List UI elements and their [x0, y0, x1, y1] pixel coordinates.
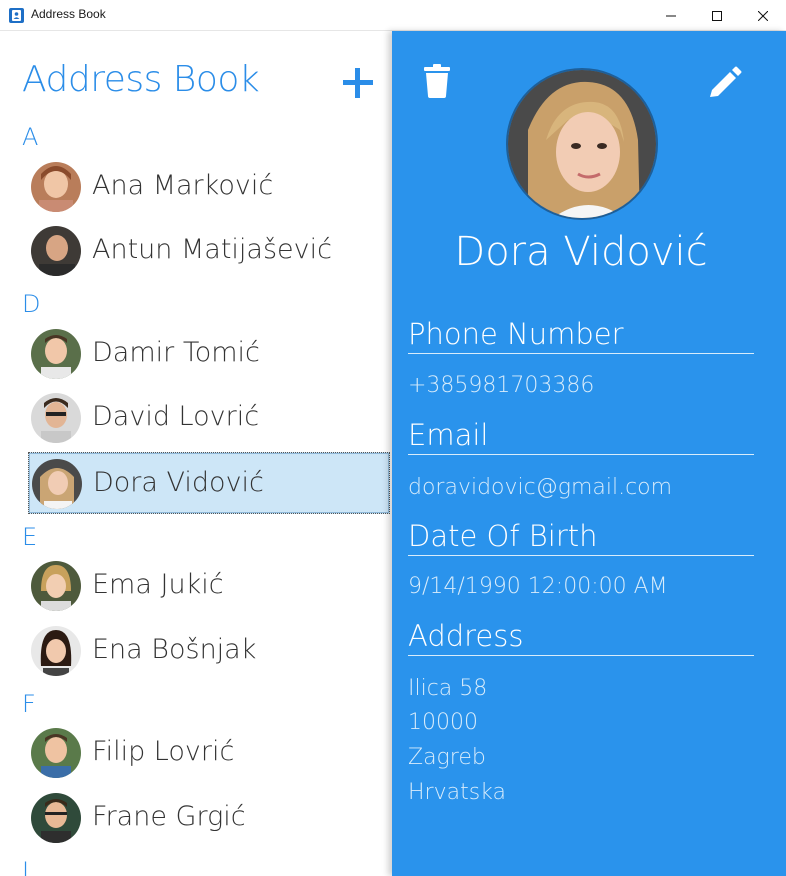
group-header-i: I	[22, 857, 30, 876]
window-title: Address Book	[31, 7, 106, 21]
group-header-a: A	[22, 123, 39, 151]
minimize-icon	[666, 15, 676, 16]
contact-item[interactable]: Antun Matijašević	[28, 220, 390, 282]
phone-value: +385981703386	[408, 373, 595, 398]
delete-contact-button[interactable]	[424, 64, 450, 98]
group-header-e: E	[22, 523, 38, 551]
contact-name: Damir Tomić	[92, 337, 260, 368]
email-value: doravidovic@gmail.com	[408, 475, 673, 500]
plus-icon	[343, 68, 373, 98]
contact-full-name: Dora Vidović	[454, 229, 708, 275]
avatar	[31, 626, 81, 676]
contact-item-selected[interactable]: Dora Vidović	[28, 452, 390, 514]
contact-detail-pane: Dora Vidović Phone Number +385981703386 …	[392, 31, 786, 876]
contact-item[interactable]: Ana Marković	[28, 156, 390, 218]
contact-photo	[506, 68, 658, 220]
avatar	[31, 561, 81, 611]
contact-item[interactable]: Damir Tomić	[28, 323, 390, 385]
avatar	[31, 329, 81, 379]
contact-name: Dora Vidović	[93, 467, 264, 498]
maximize-icon	[712, 10, 722, 21]
contact-item[interactable]: Ena Bošnjak	[28, 620, 390, 682]
avatar	[31, 393, 81, 443]
avatar	[31, 793, 81, 843]
address-line: Ilica 58	[408, 676, 488, 701]
address-label: Address	[408, 619, 754, 656]
trash-icon	[424, 64, 450, 98]
dob-value: 9/14/1990 12:00:00 AM	[408, 574, 668, 599]
avatar	[31, 226, 81, 276]
address-line: 10000	[408, 710, 478, 735]
minimize-button[interactable]	[648, 0, 694, 31]
group-header-d: D	[22, 290, 41, 318]
window-title-bar: Address Book	[0, 0, 786, 31]
pencil-icon	[710, 66, 742, 97]
dob-label: Date Of Birth	[408, 519, 754, 556]
group-header-f: F	[22, 690, 36, 718]
contact-name: Frane Grgić	[92, 801, 246, 832]
contact-list-pane: Address Book A Ana Marković Antun Matija…	[0, 31, 392, 876]
avatar	[32, 459, 82, 509]
contact-item[interactable]: Frane Grgić	[28, 787, 390, 849]
avatar	[31, 728, 81, 778]
add-contact-button[interactable]	[340, 65, 376, 101]
contact-item[interactable]: David Lovrić	[28, 387, 390, 449]
contact-name: Antun Matijašević	[92, 234, 332, 265]
contact-name: Ema Jukić	[92, 569, 224, 600]
contact-name: Ana Marković	[92, 170, 274, 201]
phone-label: Phone Number	[408, 317, 754, 354]
contact-name: Ena Bošnjak	[92, 634, 257, 665]
email-label: Email	[408, 418, 754, 455]
page-title: Address Book	[22, 59, 260, 100]
address-book-icon	[9, 8, 24, 23]
contact-item[interactable]: Filip Lovrić	[28, 722, 390, 784]
avatar	[31, 162, 81, 212]
close-icon	[758, 10, 768, 21]
address-line: Zagreb	[408, 745, 486, 770]
maximize-button[interactable]	[694, 0, 740, 31]
contact-name: Filip Lovrić	[92, 736, 235, 767]
contact-item[interactable]: Ema Jukić	[28, 555, 390, 617]
address-line: Hrvatska	[408, 780, 507, 805]
close-button[interactable]	[740, 0, 786, 31]
contact-name: David Lovrić	[92, 401, 260, 432]
edit-contact-button[interactable]	[708, 64, 742, 98]
